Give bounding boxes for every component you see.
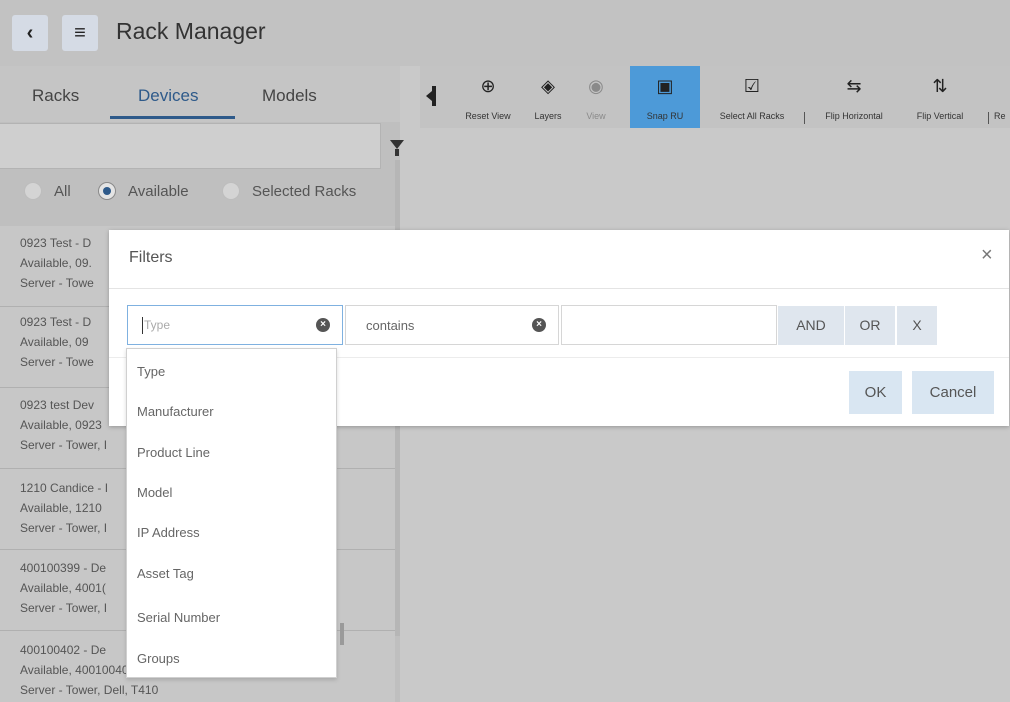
dropdown-option-asset-tag[interactable]: Asset Tag	[137, 566, 194, 581]
item-detail: Available, 4001(	[20, 581, 106, 595]
field-options-dropdown: Type Manufacturer Product Line Model IP …	[126, 348, 337, 678]
dropdown-option-serial-number[interactable]: Serial Number	[137, 610, 220, 625]
tab-racks[interactable]: Racks	[32, 86, 79, 106]
and-button[interactable]: AND	[778, 306, 844, 345]
flip-horizontal-button[interactable]: ⇆ Flip Horizontal	[810, 66, 898, 128]
item-type: Server - Tower, Dell, T410	[20, 683, 159, 697]
select-all-racks-button[interactable]: ☑ Select All Racks	[702, 66, 802, 128]
item-title: 0923 Test - D	[20, 315, 92, 329]
radio-circle[interactable]	[222, 182, 240, 200]
dropdown-scrollbar-thumb[interactable]	[340, 623, 344, 645]
tool-label: Layers	[534, 111, 562, 121]
item-type: Server - Towe	[20, 355, 94, 369]
hamburger-menu-icon: ≡	[74, 21, 86, 44]
back-button[interactable]: ‹	[12, 15, 48, 51]
check-box-icon: ☑	[743, 76, 761, 96]
item-type: Server - Tower, I	[20, 601, 108, 615]
text-caret	[142, 317, 143, 334]
tab-devices[interactable]: Devices	[138, 86, 198, 106]
dropdown-option-ip-address[interactable]: IP Address	[137, 525, 200, 540]
radio-label: All	[54, 182, 71, 200]
item-title: 1210 Candice - I	[20, 481, 109, 495]
menu-button[interactable]: ≡	[62, 15, 98, 51]
ok-button[interactable]: OK	[849, 371, 902, 414]
tool-label: Re	[994, 111, 1006, 121]
modal-title: Filters	[129, 249, 173, 266]
layers-button[interactable]: ◈ Layers	[524, 66, 572, 128]
tool-label: Snap RU	[646, 111, 684, 121]
radio-selected-racks[interactable]: Selected Racks	[222, 180, 356, 202]
radio-label: Selected Racks	[252, 182, 357, 200]
device-search-input[interactable]	[0, 123, 381, 169]
item-type: Server - Towe	[20, 276, 94, 290]
tool-label: Reset View	[465, 111, 511, 121]
radio-all[interactable]: All	[24, 180, 71, 202]
dropdown-option-type[interactable]: Type	[137, 364, 165, 379]
item-title: 400100402 - De	[20, 643, 107, 657]
item-type: Server - Tower, I	[20, 438, 108, 452]
item-detail: Available, 0923	[20, 418, 102, 432]
tab-models[interactable]: Models	[262, 86, 317, 106]
toolbar-separator	[988, 112, 989, 124]
snap-ru-icon: ▣	[656, 76, 674, 96]
item-detail: Available, 1210	[20, 501, 102, 515]
flip-horizontal-icon: ⇆	[846, 76, 862, 96]
radio-circle-selected[interactable]	[98, 182, 116, 200]
flip-vertical-button[interactable]: ⇅ Flip Vertical	[900, 66, 980, 128]
snap-ru-button[interactable]: ▣ Snap RU	[630, 66, 700, 128]
app-title: Rack Manager	[116, 18, 266, 44]
sidebar-tabs: Racks Devices Models	[0, 66, 400, 122]
item-detail: Available, 09	[20, 335, 89, 349]
or-button[interactable]: OR	[845, 306, 895, 345]
reset-view-icon: ⊕	[480, 76, 496, 96]
value-input[interactable]	[561, 305, 777, 345]
field-select-input[interactable]: Type ×	[127, 305, 343, 345]
radio-label: Available	[128, 182, 189, 200]
tool-label: Flip Vertical	[916, 111, 964, 121]
eye-icon: ◉	[588, 76, 604, 96]
radio-circle[interactable]	[24, 182, 42, 200]
dropdown-option-manufacturer[interactable]: Manufacturer	[137, 404, 214, 419]
divider	[109, 288, 1009, 289]
cancel-button[interactable]: Cancel	[912, 371, 994, 414]
operator-value: contains	[366, 318, 415, 333]
tool-label: View	[586, 111, 606, 121]
toolbar: ⊕ Reset View ◈ Layers ◉ View ▣ Snap RU ☑…	[420, 66, 1010, 128]
app-header: ‹ ≡ Rack Manager	[0, 0, 1010, 66]
field-placeholder: Type	[144, 318, 171, 332]
item-title: 400100399 - De	[20, 561, 107, 575]
item-title: 0923 Test - D	[20, 236, 92, 250]
item-type: Server - Tower, I	[20, 521, 108, 535]
dropdown-option-product-line[interactable]: Product Line	[137, 445, 210, 460]
active-tab-indicator	[110, 116, 235, 119]
reset-view-button[interactable]: ⊕ Reset View	[454, 66, 522, 128]
radio-available[interactable]: Available	[98, 180, 189, 202]
close-icon[interactable]: ×	[981, 244, 993, 267]
truncated-tool-button[interactable]: Re	[994, 66, 1010, 128]
item-title: 0923 test Dev	[20, 398, 95, 412]
dropdown-option-groups[interactable]: Groups	[137, 651, 180, 666]
item-detail: Available, 09.	[20, 256, 92, 270]
clear-icon[interactable]: ×	[316, 318, 330, 332]
remove-condition-button[interactable]: X	[897, 306, 937, 345]
operator-select[interactable]: contains ×	[345, 305, 559, 345]
tool-label: Flip Horizontal	[825, 111, 883, 121]
flip-vertical-icon: ⇅	[932, 76, 948, 96]
view-button[interactable]: ◉ View	[576, 66, 616, 128]
tool-label: Select All Racks	[719, 111, 785, 121]
layers-icon: ◈	[541, 76, 555, 96]
chevron-left-icon: ‹	[26, 21, 34, 44]
toolbar-separator	[804, 112, 805, 124]
dropdown-option-model[interactable]: Model	[137, 485, 172, 500]
clear-icon[interactable]: ×	[532, 318, 546, 332]
